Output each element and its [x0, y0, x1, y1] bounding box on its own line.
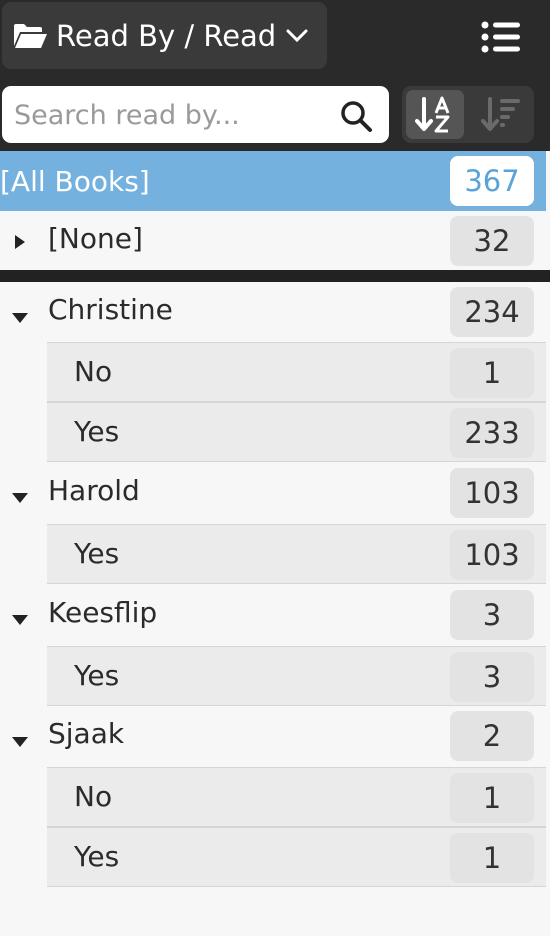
- folder-open-icon: [14, 23, 47, 48]
- group-label: [None]: [48, 222, 143, 255]
- group-label: Keesflip: [48, 596, 158, 629]
- group-count: 32: [450, 216, 534, 266]
- item-label: Yes: [74, 659, 120, 692]
- caret-down-icon[interactable]: [12, 490, 28, 504]
- view-label: Read By / Read: [56, 18, 277, 53]
- group-count: 234: [450, 287, 534, 337]
- group-count: 103: [450, 468, 534, 518]
- group-count: 2: [450, 711, 534, 761]
- sort-alpha-icon: [415, 96, 450, 133]
- list-item-keesflip-yes[interactable]: Yes 3: [47, 646, 546, 706]
- sort-count-icon: [481, 97, 520, 131]
- item-count: 103: [450, 530, 534, 580]
- group-row-keesflip[interactable]: Keesflip 3: [0, 584, 546, 646]
- item-label: Yes: [74, 840, 120, 873]
- group-label: Harold: [48, 474, 140, 507]
- item-count: 1: [450, 348, 534, 398]
- search-input[interactable]: [12, 86, 334, 145]
- item-count: 1: [450, 833, 534, 883]
- item-count: 3: [450, 652, 534, 702]
- sort-controls: [402, 86, 534, 143]
- list-item-christine-no[interactable]: No 1: [47, 342, 546, 402]
- list-menu-icon[interactable]: [480, 20, 522, 54]
- group-row-sjaak[interactable]: Sjaak 2: [0, 706, 546, 767]
- item-count: 233: [450, 408, 534, 458]
- group-row-christine[interactable]: Christine 234: [0, 282, 546, 342]
- search-box: [2, 86, 389, 145]
- list-item-sjaak-yes[interactable]: Yes 1: [47, 827, 546, 887]
- filter-toolbar: [0, 76, 550, 151]
- list-item-harold-yes[interactable]: Yes 103: [47, 524, 546, 584]
- caret-down-icon[interactable]: [12, 734, 28, 748]
- caret-down-icon[interactable]: [12, 612, 28, 626]
- view-selector-button[interactable]: Read By / Read: [2, 2, 327, 69]
- search-icon[interactable]: [339, 99, 373, 133]
- all-books-row[interactable]: [All Books] 367: [0, 151, 546, 211]
- sort-count-button[interactable]: [472, 90, 530, 139]
- group-label: Christine: [48, 293, 173, 326]
- all-books-label: [All Books]: [0, 164, 150, 198]
- group-row-harold[interactable]: Harold 103: [0, 462, 546, 524]
- section-divider: [0, 270, 550, 282]
- caret-right-icon[interactable]: [12, 235, 28, 249]
- sort-alpha-button[interactable]: [406, 90, 464, 139]
- group-count: 3: [450, 590, 534, 640]
- list-item-sjaak-no[interactable]: No 1: [47, 767, 546, 827]
- group-row-none[interactable]: [None] 32: [0, 211, 546, 270]
- item-label: No: [74, 780, 113, 813]
- group-label: Sjaak: [48, 717, 125, 750]
- item-label: Yes: [74, 537, 120, 570]
- item-count: 1: [450, 773, 534, 823]
- item-label: Yes: [74, 415, 120, 448]
- chevron-down-icon: [286, 29, 308, 42]
- top-bar: Read By / Read: [0, 0, 550, 76]
- item-label: No: [74, 355, 113, 388]
- caret-down-icon[interactable]: [12, 310, 28, 324]
- list-item-christine-yes[interactable]: Yes 233: [47, 402, 546, 462]
- all-books-count: 367: [450, 156, 534, 206]
